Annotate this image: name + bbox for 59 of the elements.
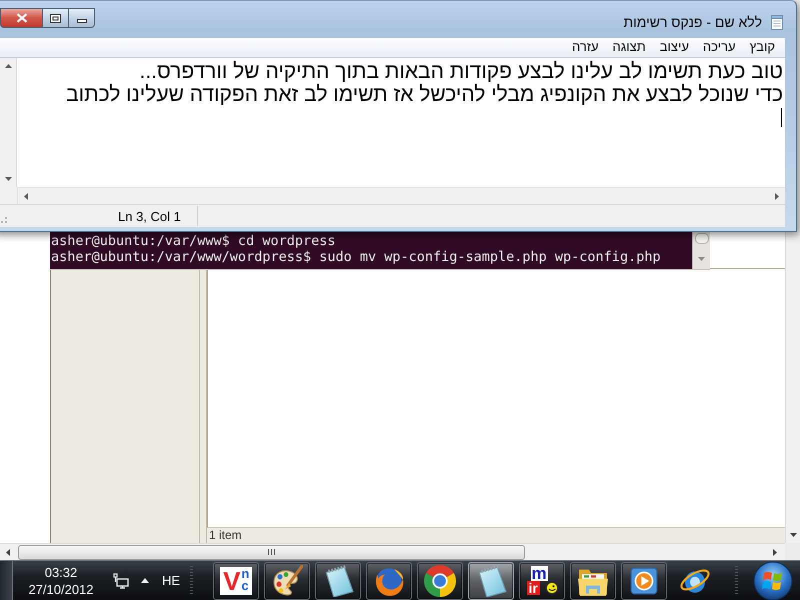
network-icon[interactable]	[113, 572, 129, 588]
terminal-line: asher@ubuntu:/var/www/wordpress$ sudo mv wp-config-sample.php wp-config.php	[51, 249, 662, 265]
notepad-icon	[769, 14, 785, 30]
caret-up-icon[interactable]	[141, 578, 149, 583]
close-icon	[16, 13, 28, 23]
maximize-icon	[50, 14, 61, 22]
scrollbar-thumb[interactable]	[694, 233, 708, 244]
resize-grip-icon	[1, 217, 7, 224]
vertical-scrollbar[interactable]	[785, 232, 800, 543]
status-text: 1 item	[209, 529, 242, 542]
scroll-down-icon	[698, 257, 705, 261]
scroll-down-icon	[4, 177, 12, 182]
start-button[interactable]	[753, 560, 794, 600]
smiley-face-icon	[546, 582, 558, 594]
minimize-button[interactable]	[69, 8, 95, 28]
taskbar-button[interactable]	[570, 562, 616, 600]
maximize-button[interactable]	[43, 8, 69, 28]
show-desktop-button[interactable]	[0, 561, 13, 600]
menu-item[interactable]: עיצוב	[652, 38, 696, 56]
taskbar-button[interactable]	[468, 562, 514, 600]
close-button[interactable]	[0, 8, 43, 28]
minimize-icon	[76, 19, 86, 23]
scroll-right-icon	[773, 548, 777, 556]
scroll-right-icon	[775, 192, 779, 200]
palette-icon	[271, 564, 304, 596]
taskbar-button[interactable]	[417, 562, 464, 600]
scroll-up-icon	[4, 64, 12, 68]
window-title: ללא שם - פנקס רשימות	[623, 13, 762, 31]
taskbar-button[interactable]	[366, 562, 412, 600]
menu-item[interactable]: תצוגה	[606, 38, 653, 56]
play-icon	[628, 564, 660, 596]
text-line: כדי שנוכל לבצע את הקונפיג מבלי להיכשל אז תשימו לב זאת הפקודה שעלינו לכתוב	[65, 82, 783, 106]
taskbar-button[interactable]	[621, 562, 668, 600]
menu-item[interactable]: קובץ	[742, 38, 782, 56]
clock-date[interactable]: 27/10/2012	[28, 580, 94, 598]
menu-item[interactable]: עריכה	[696, 38, 743, 56]
status-text: Ln 3, Col 1	[118, 208, 181, 224]
start-orb-icon	[753, 560, 794, 600]
terminal-scrollbar[interactable]	[692, 232, 710, 269]
tricolor-circle-icon	[424, 564, 456, 596]
taskbar-button[interactable]	[315, 562, 362, 600]
scroll-left-icon	[6, 548, 10, 556]
scroll-left-icon	[24, 192, 28, 200]
text-line: טוב כעת תשימו לב עלינו לבצע פקודות הבאות בתוך התיקיה של וורדפרס...	[138, 60, 783, 83]
text-area[interactable]: טוב כעת תשימו לב עלינו לבצע פקודות הבאות בתוך התיקיה של וורדפרס... כדי שנוכל לבצע את הקונפיג מבלי להיכשל אז תשימו לב זאת הפקודה שעלינו לכתוב	[17, 58, 785, 188]
menu-item[interactable]: עזרה	[564, 38, 606, 56]
horizontal-scrollbar[interactable]	[18, 187, 785, 204]
taskbar-button[interactable]	[264, 562, 310, 600]
language-indicator[interactable]: HE	[162, 573, 180, 588]
vertical-scrollbar[interactable]	[0, 58, 17, 188]
scrollbar-thumb[interactable]	[18, 544, 525, 560]
scroll-down-icon	[790, 533, 796, 537]
grip-icon	[268, 549, 275, 555]
terminal-line: asher@ubuntu:/var/www$ cd wordpress	[51, 233, 336, 249]
taskbar-button[interactable]: Vnc	[213, 562, 260, 600]
horizontal-scrollbar[interactable]	[0, 543, 785, 560]
taskbar-button[interactable]: m ir	[519, 562, 566, 600]
clock-time[interactable]: 03:32	[44, 564, 78, 580]
text-caret	[781, 108, 782, 127]
